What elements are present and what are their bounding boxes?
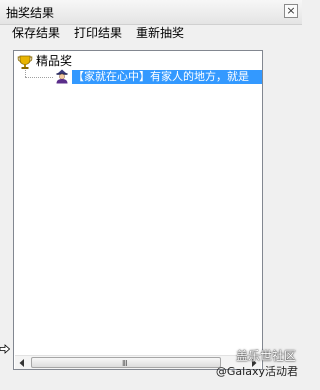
- window-title: 抽奖结果: [6, 6, 55, 20]
- tree-connector: [25, 77, 53, 78]
- user-avatar-icon: [56, 69, 68, 84]
- menu-redraw[interactable]: 重新抽奖: [134, 25, 186, 41]
- tree-item-winner[interactable]: 【家就在心中】有家人的地方，就是: [72, 70, 262, 84]
- result-tree[interactable]: 精品奖 【家就在心中】有家人的地方，就是 Ⅲ: [13, 50, 263, 370]
- close-button[interactable]: ×: [284, 4, 298, 18]
- trophy-icon: [17, 55, 33, 69]
- scrollbar-grip-icon: Ⅲ: [122, 359, 128, 368]
- scroll-left-arrow-icon[interactable]: [15, 356, 29, 370]
- close-icon: ×: [286, 4, 296, 17]
- menu-print-results[interactable]: 打印结果: [72, 25, 124, 41]
- watermark-community: 盖乐世社区: [235, 349, 296, 363]
- menu-bar: 保存结果 打印结果 重新抽奖: [0, 25, 302, 45]
- scrollbar-thumb[interactable]: Ⅲ: [31, 357, 221, 368]
- side-arrow-icon: [0, 344, 10, 354]
- watermark-handle: @Galaxy活动君: [215, 365, 298, 378]
- title-bar: 抽奖结果 ×: [0, 0, 302, 25]
- tree-root-label[interactable]: 精品奖: [36, 54, 72, 68]
- menu-save-results[interactable]: 保存结果: [10, 25, 62, 41]
